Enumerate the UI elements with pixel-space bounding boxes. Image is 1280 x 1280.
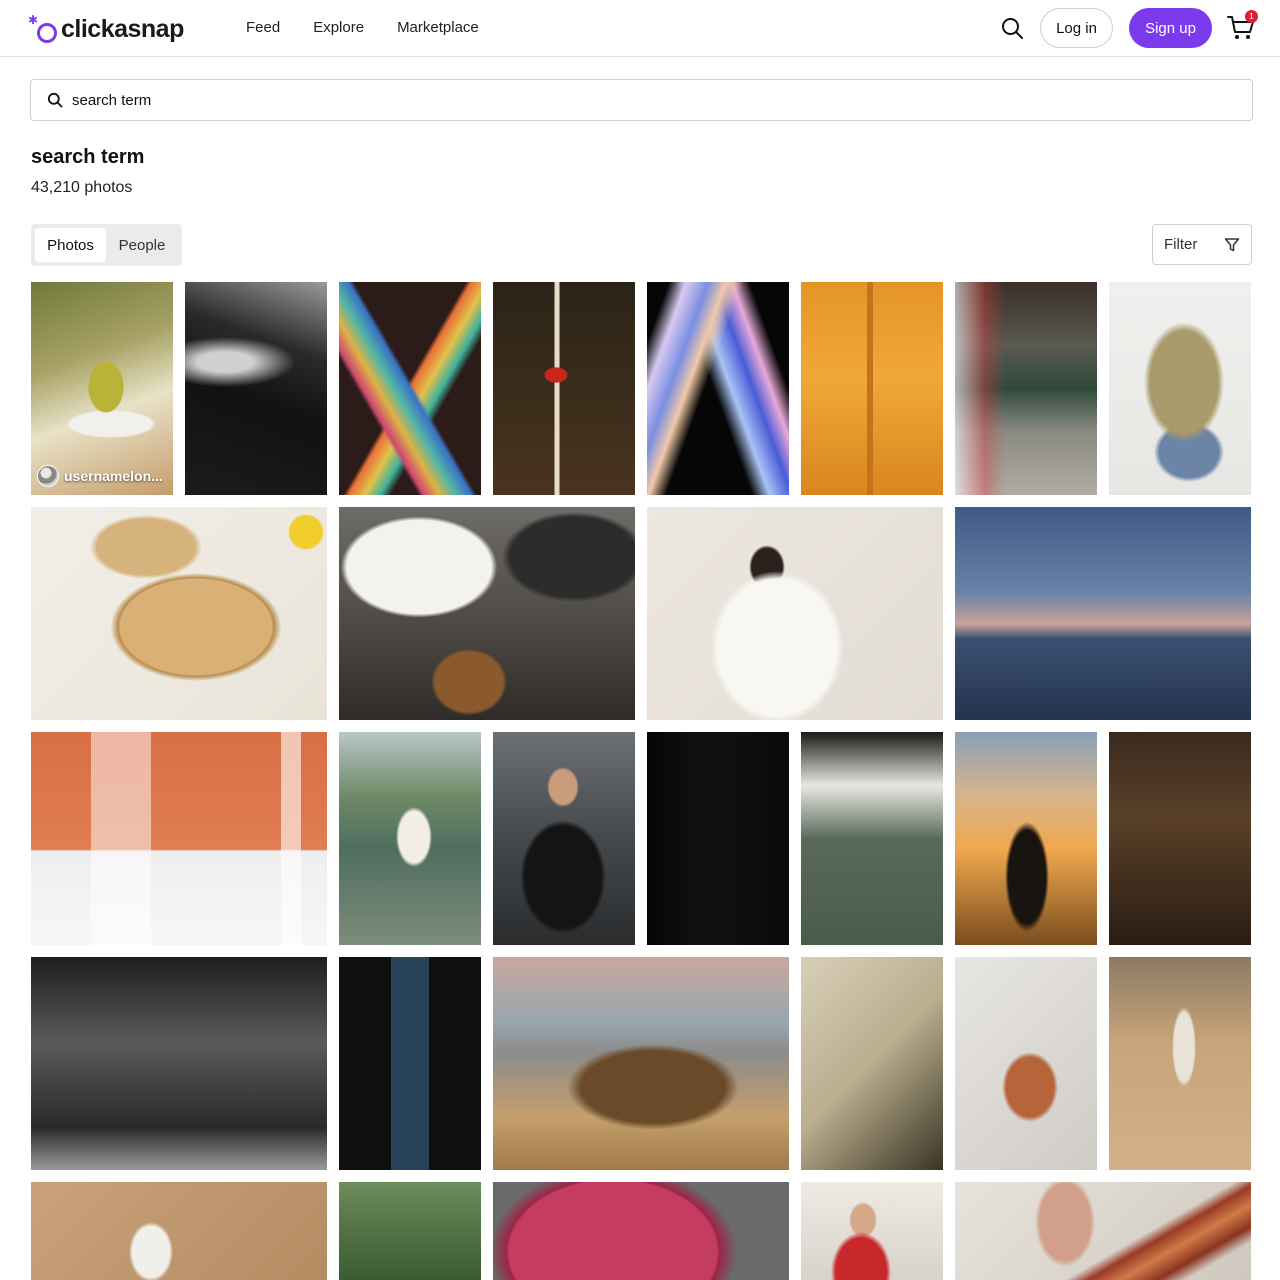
tab-people[interactable]: People — [106, 228, 178, 262]
search-icon[interactable] — [1000, 16, 1024, 40]
photo-tile[interactable] — [647, 732, 789, 945]
photo-tile[interactable] — [493, 282, 635, 495]
photo-tile[interactable] — [1109, 732, 1251, 945]
photo-tile[interactable] — [647, 282, 789, 495]
photo-tile[interactable] — [955, 732, 1097, 945]
main-nav: Feed Explore Marketplace — [246, 19, 479, 36]
filter-label: Filter — [1164, 236, 1198, 253]
results-count-number: 43,210 — [31, 179, 80, 196]
photo-owner-chip[interactable]: usernamelon... — [37, 465, 163, 487]
page-title: search term — [31, 146, 145, 168]
photo-tile[interactable] — [801, 732, 943, 945]
photo-tile[interactable] — [493, 1182, 789, 1280]
photo-tile[interactable] — [31, 1182, 327, 1280]
photo-tile[interactable] — [647, 507, 943, 720]
photo-tile[interactable] — [31, 957, 327, 1170]
filter-funnel-icon — [1224, 238, 1240, 252]
search-bar[interactable] — [30, 79, 1253, 121]
photo-tile[interactable] — [339, 282, 481, 495]
photo-tile[interactable] — [185, 282, 327, 495]
filter-button[interactable]: Filter — [1152, 224, 1252, 265]
photo-owner-name: usernamelon... — [64, 468, 163, 484]
nav-item-marketplace[interactable]: Marketplace — [397, 19, 479, 36]
result-type-tabs: Photos People — [31, 224, 182, 266]
photo-tile[interactable] — [955, 1182, 1251, 1280]
brand-name: clickasnap — [61, 14, 184, 43]
photo-tile[interactable] — [339, 732, 481, 945]
photo-tile[interactable] — [955, 957, 1097, 1170]
photo-tile[interactable] — [493, 957, 789, 1170]
nav-item-explore[interactable]: Explore — [313, 19, 364, 36]
photo-tile[interactable] — [801, 1182, 943, 1280]
photo-tile[interactable]: usernamelon... — [31, 282, 173, 495]
photo-tile[interactable] — [339, 507, 635, 720]
photo-tile[interactable] — [31, 732, 327, 945]
tab-photos[interactable]: Photos — [35, 228, 106, 262]
photo-tile[interactable] — [955, 282, 1097, 495]
avatar — [37, 465, 59, 487]
signup-button[interactable]: Sign up — [1129, 8, 1212, 48]
brand-logo[interactable]: ✱ clickasnap — [28, 14, 184, 44]
cart-count-badge: 1 — [1245, 10, 1258, 23]
logo-mark-icon: ✱ — [28, 14, 58, 44]
photo-tile[interactable] — [801, 957, 943, 1170]
photo-tile[interactable] — [1109, 957, 1251, 1170]
login-button[interactable]: Log in — [1040, 8, 1113, 48]
photo-tile[interactable] — [339, 1182, 481, 1280]
search-input[interactable] — [72, 91, 1172, 109]
photo-tile[interactable] — [339, 957, 481, 1170]
photo-tile[interactable] — [31, 507, 327, 720]
search-icon — [47, 92, 63, 108]
photo-tile[interactable] — [955, 507, 1251, 720]
nav-item-feed[interactable]: Feed — [246, 19, 280, 36]
results-count: 43,210 photos — [31, 179, 132, 197]
photo-tile[interactable] — [1109, 282, 1251, 495]
results-count-suffix: photos — [84, 179, 133, 196]
top-header: ✱ clickasnap Feed Explore Marketplace Lo… — [0, 0, 1280, 57]
photo-tile[interactable] — [493, 732, 635, 945]
photo-tile[interactable] — [801, 282, 943, 495]
